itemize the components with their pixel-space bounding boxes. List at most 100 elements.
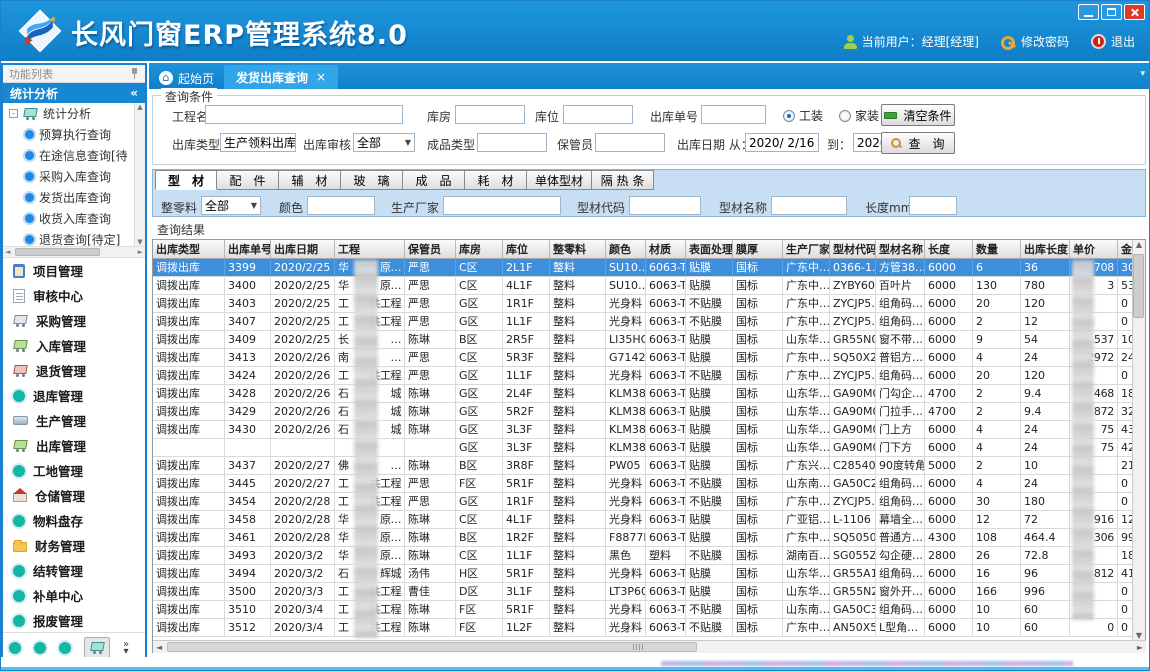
tree-horizontal-scrollbar[interactable]: ◄ ►	[3, 247, 145, 258]
column-header[interactable]: 单价	[1070, 240, 1118, 258]
close-button[interactable]	[1124, 4, 1145, 20]
radio-gongzhuang[interactable]: 工装	[783, 107, 823, 124]
change-password-button[interactable]: 修改密码	[1001, 33, 1069, 50]
sidebar-item-9[interactable]: 仓储管理	[3, 483, 145, 508]
search-button[interactable]: 查 询	[881, 132, 955, 154]
column-header[interactable]: 保管员	[405, 240, 456, 258]
profile-name-input[interactable]	[771, 196, 847, 215]
sidebar-item-5[interactable]: 退库管理	[3, 383, 145, 408]
column-header[interactable]: 生产厂家	[783, 240, 830, 258]
column-header[interactable]: 表面处理	[686, 240, 733, 258]
table-row[interactable]: 调拨出库35102020/3/4工共工程陈琳F区5R1F整料光身料6063-T5…	[153, 601, 1133, 619]
minimize-button[interactable]	[1078, 4, 1099, 20]
sidebar-item-10[interactable]: 物料盘存	[3, 508, 145, 533]
column-header[interactable]: 材质	[646, 240, 686, 258]
table-row[interactable]: 调拨出库34302020/2/26石城陈琳G区3L3F整料KLM38176063…	[153, 421, 1133, 439]
clear-conditions-button[interactable]: 清空条件	[881, 104, 955, 126]
column-header[interactable]: 膜厚	[733, 240, 783, 258]
dot-teal-icon[interactable]	[34, 642, 46, 654]
table-row[interactable]: 调拨出库34292020/2/26石城陈琳G区5R2F整料KLM38176063…	[153, 403, 1133, 421]
table-row[interactable]: 调拨出库34582020/2/28华原…陈琳C区4L1F整料光身料6063-T5…	[153, 511, 1133, 529]
tree-item-0[interactable]: 预算执行查询	[3, 124, 134, 145]
tree-hscroll-thumb[interactable]	[15, 248, 100, 256]
table-row[interactable]: 调拨出库34092020/2/25长…陈琳B区2R5F整料LI35HO6063-…	[153, 331, 1133, 349]
scroll-down-icon[interactable]: ▼	[1136, 631, 1142, 640]
tree-item-3[interactable]: 发货出库查询	[3, 187, 134, 208]
column-header[interactable]: 颜色	[606, 240, 646, 258]
table-row[interactable]: 调拨出库34002020/2/25华原…严思C区4L1F整料SU10…6063-…	[153, 277, 1133, 295]
material-tab-0[interactable]: 型 材	[155, 170, 217, 190]
cart-shortcut-button[interactable]	[84, 637, 110, 659]
column-header[interactable]: 出库日期	[271, 240, 335, 258]
tree-item-2[interactable]: 采购入库查询	[3, 166, 134, 187]
column-header[interactable]: 出库长度	[1021, 240, 1070, 258]
column-header[interactable]: 出库类型	[153, 240, 225, 258]
table-row[interactable]: 调拨出库34612020/2/28华原…陈琳B区1R2F整料F8877FT606…	[153, 529, 1133, 547]
tabbar-caret-icon[interactable]: ▾	[1140, 69, 1145, 79]
out-type-select[interactable]: 生产领料出库▼	[220, 133, 296, 152]
sidebar-item-1[interactable]: 审核中心	[3, 283, 145, 308]
tree-item-5[interactable]: 退货查询[待定]	[3, 229, 134, 247]
material-tab-3[interactable]: 玻 璃	[341, 170, 403, 190]
sidebar-item-3[interactable]: 入库管理	[3, 333, 145, 358]
sidebar-item-11[interactable]: 财务管理	[3, 533, 145, 558]
table-horizontal-scrollbar[interactable]: ◄ ►	[153, 640, 1146, 653]
project-name-input[interactable]	[205, 105, 403, 124]
material-tab-7[interactable]: 隔 热 条	[592, 170, 654, 190]
scroll-right-icon[interactable]: ►	[1137, 643, 1143, 652]
location-input[interactable]	[563, 105, 633, 124]
sidebar-item-7[interactable]: 出库管理	[3, 433, 145, 458]
table-row[interactable]: 调拨出库34542020/2/28工共工程严思G区1R1F整料光身料6063-T…	[153, 493, 1133, 511]
table-row[interactable]: 调拨出库34132020/2/26南…严思C区5R3F整料G714226063-…	[153, 349, 1133, 367]
date-from-select[interactable]: 2020/ 2/16▼	[745, 133, 819, 152]
table-row[interactable]: 调拨出库35002020/3/3工共工程曹佳D区3L1F整料LT3P606063…	[153, 583, 1133, 601]
maximize-button[interactable]	[1101, 4, 1122, 20]
column-header[interactable]: 出库单号	[225, 240, 271, 258]
sidebar-item-8[interactable]: 工地管理	[3, 458, 145, 483]
column-header[interactable]: 库位	[503, 240, 550, 258]
tree-collapse-icon[interactable]: -	[9, 109, 18, 118]
stats-group-header[interactable]: 统计分析 «	[3, 83, 145, 103]
tab-close-icon[interactable]: ×	[316, 70, 326, 84]
vscroll-thumb[interactable]	[1133, 254, 1144, 318]
sidebar-item-4[interactable]: 退货管理	[3, 358, 145, 383]
keeper-input[interactable]	[595, 133, 665, 152]
column-header[interactable]: 金	[1118, 240, 1133, 258]
material-tab-2[interactable]: 辅 材	[279, 170, 341, 190]
tree-item-4[interactable]: 收货入库查询	[3, 208, 134, 229]
audit-select[interactable]: 全部▼	[353, 133, 415, 152]
tree-vertical-scrollbar[interactable]: ▲ ▼	[134, 103, 145, 246]
column-header[interactable]: 长度	[925, 240, 973, 258]
sidebar-item-2[interactable]: 采购管理	[3, 308, 145, 333]
table-vertical-scrollbar[interactable]: ▲ ▼	[1132, 240, 1145, 640]
tree-item-1[interactable]: 在途信息查询[待	[3, 145, 134, 166]
pin-icon[interactable]	[130, 68, 139, 79]
material-tab-5[interactable]: 耗 材	[465, 170, 527, 190]
column-header[interactable]: 工程	[335, 240, 405, 258]
table-row[interactable]: 调拨出库33992020/2/25华原…严思C区2L1F整料SU10…6063-…	[153, 259, 1133, 277]
warehouse-input[interactable]	[455, 105, 525, 124]
column-header[interactable]: 整零料	[550, 240, 606, 258]
scroll-up-icon[interactable]: ▲	[137, 103, 142, 111]
tab-home[interactable]: ⌂ 起始页	[149, 67, 224, 89]
table-row[interactable]: 调拨出库34932020/3/2华原…陈琳C区1L1F整料黑色塑料不贴膜国标湖南…	[153, 547, 1133, 565]
table-row[interactable]: 调拨出库34242020/2/26工共工程严思G区1L1F整料光身料6063-T…	[153, 367, 1133, 385]
hscroll-thumb[interactable]	[167, 642, 697, 652]
column-header[interactable]: 数量	[973, 240, 1021, 258]
column-header[interactable]: 库房	[456, 240, 503, 258]
sidebar-item-13[interactable]: 补单中心	[3, 583, 145, 608]
table-row[interactable]: 调拨出库34282020/2/26石城陈琳G区2L4F整料KLM38176063…	[153, 385, 1133, 403]
sidebar-item-14[interactable]: 报废管理	[3, 608, 145, 632]
material-tab-1[interactable]: 配 件	[217, 170, 279, 190]
sidebar-overflow-button[interactable]: » ▾	[123, 641, 129, 655]
radio-jiazhuang[interactable]: 家装	[839, 107, 879, 124]
dot-teal-icon[interactable]	[9, 642, 21, 654]
logout-button[interactable]: 退出	[1091, 33, 1135, 50]
sidebar-item-12[interactable]: 结转管理	[3, 558, 145, 583]
dot-teal-icon[interactable]	[59, 642, 71, 654]
color-input[interactable]	[307, 196, 375, 215]
table-row[interactable]: 调拨出库34072020/2/25工共工程严思G区1L1F整料光身料6063-T…	[153, 313, 1133, 331]
scroll-left-icon[interactable]: ◄	[5, 248, 10, 256]
table-row[interactable]: 调拨出库35122020/3/4工共工程陈琳F区1L2F整料光身料6063-T5…	[153, 619, 1133, 637]
order-no-input[interactable]	[701, 105, 766, 124]
